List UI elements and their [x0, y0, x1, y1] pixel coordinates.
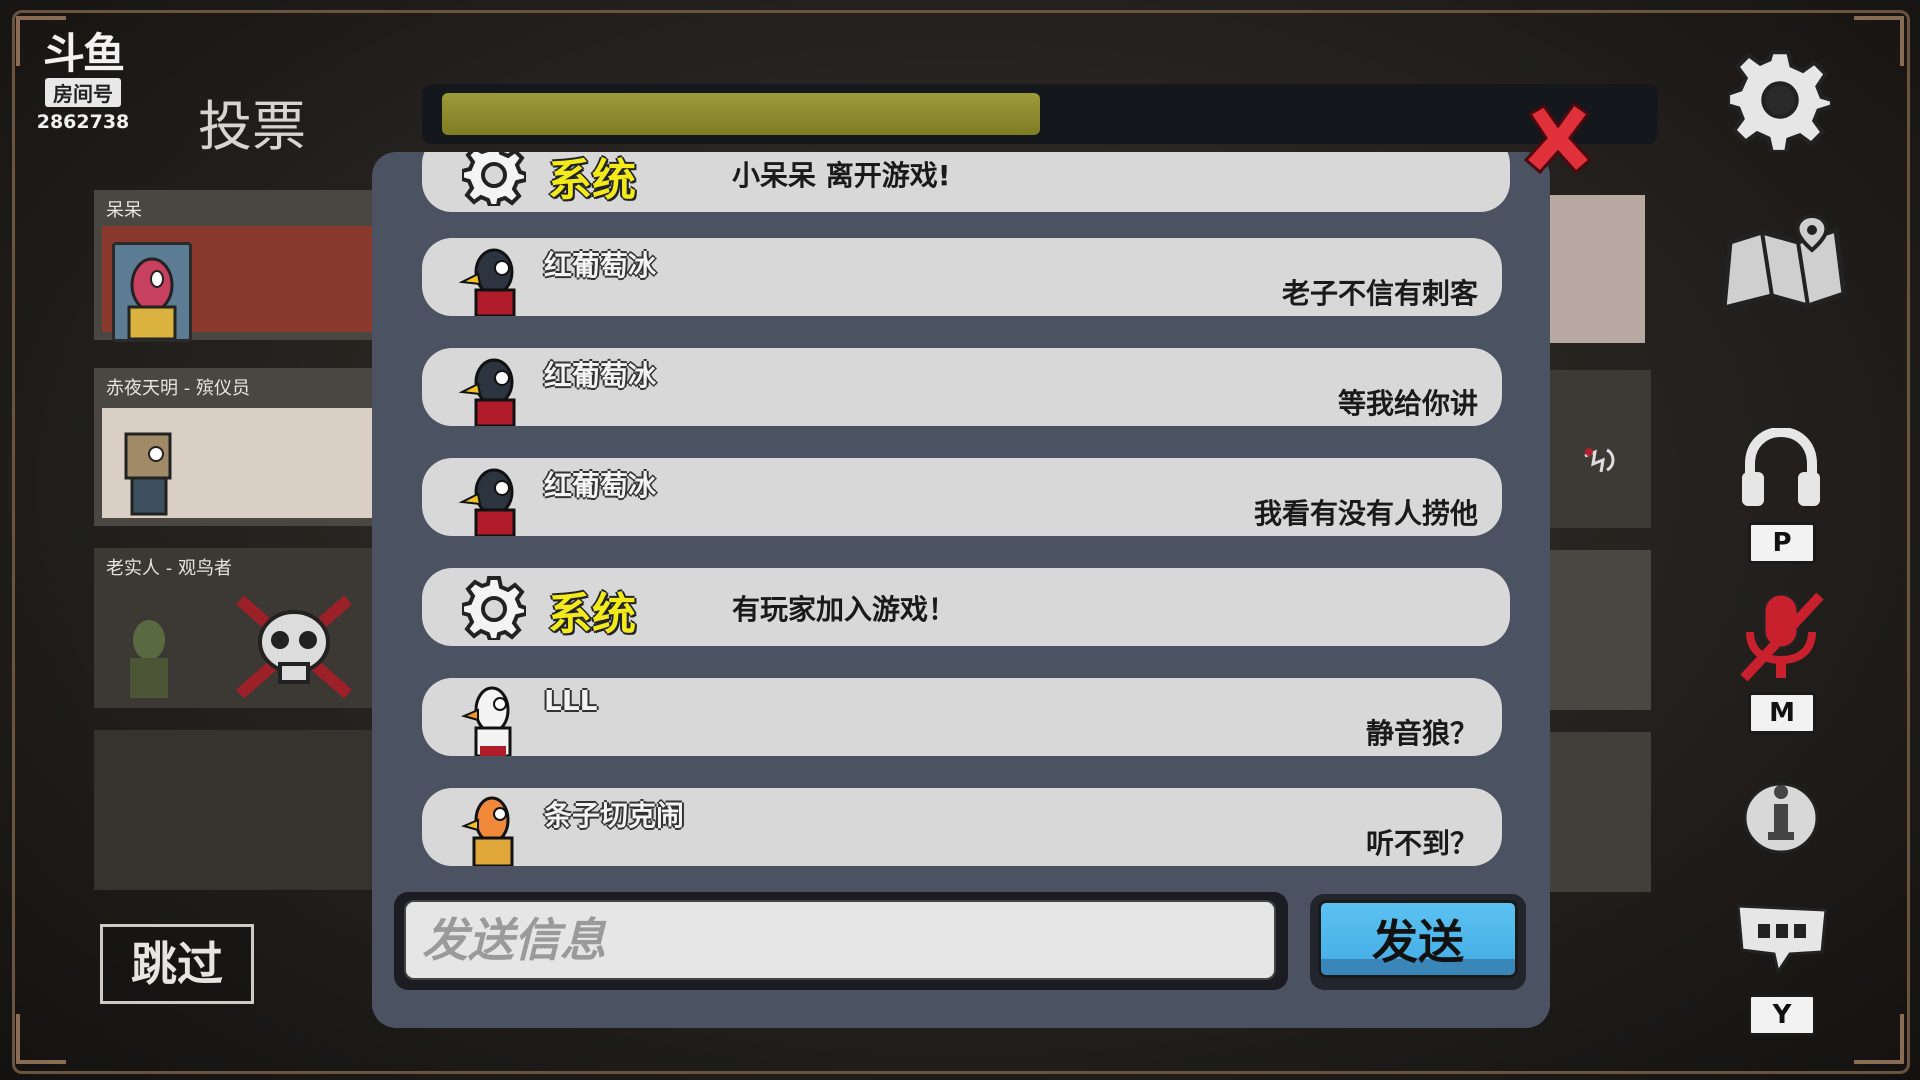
room-number: 2862738 — [36, 111, 130, 133]
sender-name: LLL — [544, 684, 598, 717]
message-text: 静音狼？ — [1365, 717, 1478, 750]
sender-name: 红葡萄冰 — [544, 359, 657, 392]
chat-panel: 系统 小呆呆 离开游戏! 红葡萄冰 老子不信有刺客 红葡萄冰 等我给你讲 红葡萄… — [372, 152, 1550, 1028]
chat-message-list[interactable]: 系统 小呆呆 离开游戏! 红葡萄冰 老子不信有刺客 红葡萄冰 等我给你讲 红葡萄… — [372, 152, 1550, 868]
player-avatar-crow — [458, 468, 516, 536]
streamer-badge: 斗鱼 房间号 2862738 — [30, 29, 136, 134]
frame-corner — [16, 1014, 66, 1064]
player-card[interactable]: 赤夜天明 - 殡仪员 — [94, 368, 384, 526]
mic-muted-icon[interactable] — [1736, 588, 1826, 684]
system-message: 系统 有玩家加入游戏！ — [422, 568, 1510, 646]
player-avatar — [124, 432, 172, 516]
mic-hotkey: M — [1748, 692, 1816, 734]
douyu-logo: 斗鱼 — [42, 29, 125, 78]
headphone-icon[interactable] — [1740, 428, 1822, 508]
player-card[interactable] — [1545, 370, 1651, 528]
player-card[interactable] — [1545, 550, 1651, 710]
player-card[interactable]: 老实人 - 观鸟者 — [94, 548, 384, 708]
player-name: 赤夜天明 - 殡仪员 — [106, 378, 250, 399]
player-name: 呆呆 — [106, 200, 142, 221]
sender-name: 条子切克闹 — [544, 799, 685, 832]
message-text: 小呆呆 离开游戏! — [732, 159, 951, 192]
player-card[interactable]: 呆呆 — [94, 190, 384, 342]
system-message: 系统 小呆呆 离开游戏! — [422, 152, 1510, 212]
player-avatar-crow — [458, 248, 516, 316]
player-avatar — [112, 242, 192, 342]
message-input-frame — [394, 892, 1288, 990]
info-icon[interactable] — [1742, 774, 1820, 854]
map-icon[interactable] — [1718, 212, 1848, 312]
player-card-empty — [1545, 732, 1651, 892]
player-card[interactable] — [1545, 195, 1645, 343]
system-label: 系统 — [548, 589, 636, 640]
system-gear-icon — [462, 576, 526, 640]
message-text: 我看有没有人捞他 — [1253, 497, 1478, 530]
player-avatar-duck — [461, 796, 514, 866]
chat-message: 红葡萄冰 等我给你讲 — [422, 348, 1502, 426]
frame-corner — [1854, 1014, 1904, 1064]
player-card-empty — [94, 730, 384, 890]
message-text: 等我给你讲 — [1337, 387, 1478, 420]
system-gear-icon — [462, 152, 526, 206]
message-input[interactable] — [404, 900, 1276, 980]
chat-message: LLL 静音狼？ — [422, 678, 1502, 756]
page-title: 投票 — [198, 95, 306, 158]
gear-icon[interactable] — [1728, 48, 1832, 152]
message-text: 听不到？ — [1365, 827, 1478, 860]
chat-message: 红葡萄冰 老子不信有刺客 — [422, 238, 1502, 316]
send-button[interactable]: 发送 — [1318, 900, 1518, 978]
vote-timer-fill — [442, 93, 1040, 135]
skip-vote-button[interactable]: 跳过 — [100, 924, 254, 1004]
player-avatar-goose — [461, 686, 512, 756]
message-text: 老子不信有刺客 — [1281, 277, 1478, 310]
chat-message: 条子切克闹 听不到？ — [422, 788, 1502, 866]
player-name: 老实人 - 观鸟者 — [106, 558, 232, 579]
frame-corner — [1854, 16, 1904, 66]
room-label: 房间号 — [45, 78, 121, 107]
sender-name: 红葡萄冰 — [544, 249, 657, 282]
game-screen: 斗鱼 房间号 2862738 投票 呆呆 赤夜天明 - 殡仪员 老实人 - 观鸟… — [0, 0, 1920, 1080]
chat-icon[interactable] — [1734, 900, 1830, 974]
voice-hotkey: P — [1748, 522, 1816, 564]
vote-timer-bar — [422, 84, 1658, 144]
player-avatar-crow — [458, 358, 516, 426]
decor-icon — [1584, 448, 1615, 473]
sender-name: 红葡萄冰 — [544, 469, 657, 502]
message-text: 有玩家加入游戏！ — [732, 593, 957, 626]
chat-message: 红葡萄冰 我看有没有人捞他 — [422, 458, 1502, 536]
dead-skull-icon — [236, 595, 352, 699]
send-button-frame: 发送 — [1310, 894, 1526, 990]
system-label: 系统 — [548, 155, 636, 206]
player-avatar — [130, 620, 168, 698]
chat-hotkey: Y — [1748, 994, 1816, 1036]
close-icon[interactable] — [1520, 100, 1596, 176]
